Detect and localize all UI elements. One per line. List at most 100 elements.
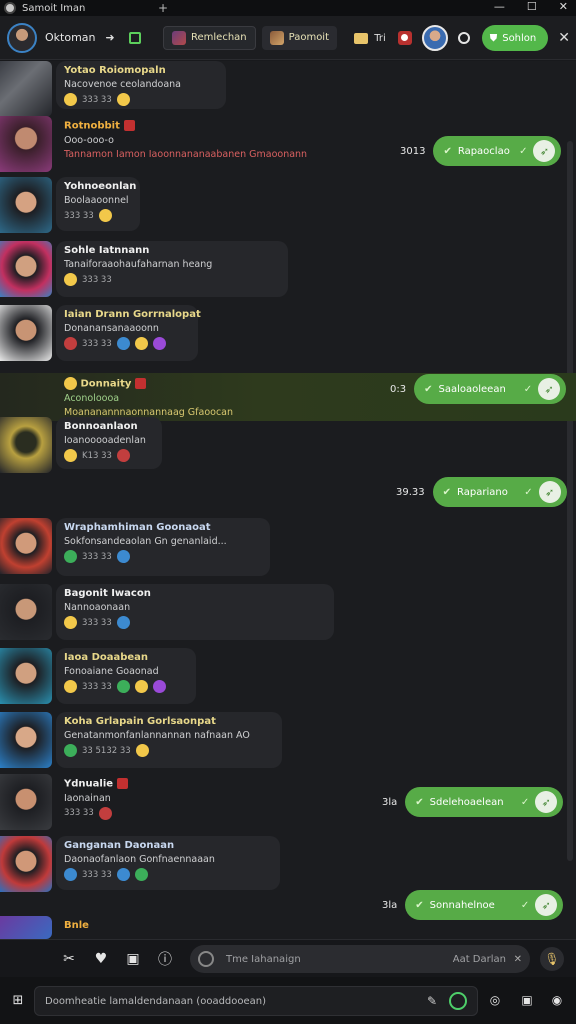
- send-icon[interactable]: ➶: [538, 378, 561, 400]
- primary-action-button[interactable]: ⛊ Sohlon: [481, 25, 549, 51]
- emoji-icon: [116, 93, 130, 106]
- sender-avatar[interactable]: [0, 916, 52, 939]
- folder-icon[interactable]: [354, 32, 369, 44]
- send-icon[interactable]: ➶: [535, 894, 558, 916]
- checkmark-icon: ✔: [415, 899, 424, 911]
- checkmark-icon: ✓: [524, 486, 533, 498]
- ring-icon[interactable]: [457, 32, 470, 44]
- record-icon[interactable]: [397, 31, 412, 45]
- message-bubble: Rotnobbit Ooo-ooo-o Tannamon Iamon Iaoon…: [56, 116, 326, 172]
- sender-avatar[interactable]: [0, 836, 52, 892]
- message-text: Sokfonsandeaolan Gn genanlaid...: [64, 536, 227, 547]
- outgoing-message[interactable]: 39.33 ✔ Rapariano ✓ ➶: [396, 477, 567, 507]
- sender-avatar[interactable]: [0, 241, 52, 297]
- compose-input[interactable]: Doomheatie lamaldendanaan (ooaddooean) ✎: [34, 986, 478, 1016]
- sender-avatar[interactable]: [0, 305, 52, 361]
- emoji-icon: [64, 377, 77, 390]
- window-title: Samoit Iman: [22, 2, 86, 14]
- message-meta: 333 33: [64, 337, 190, 350]
- sender-avatar[interactable]: [0, 712, 52, 768]
- windows-icon[interactable]: ⊞: [10, 993, 26, 1009]
- close-icon[interactable]: ✕: [558, 30, 570, 46]
- message-bubble: Donnaity Aconoloooa Moananannnaonnannaag…: [56, 373, 346, 419]
- sender-avatar[interactable]: [0, 116, 52, 172]
- checkmark-icon: ✔: [443, 145, 452, 157]
- grid-icon[interactable]: ◎: [486, 991, 504, 1009]
- send-icon[interactable]: ➶: [535, 791, 558, 813]
- status-text: Tri: [374, 32, 386, 44]
- outgoing-pill: ✔ Sonnahelnoe ✓ ➶: [405, 890, 564, 920]
- sender-avatar[interactable]: [0, 648, 52, 704]
- status-square-icon[interactable]: [129, 31, 141, 44]
- emoji-icon: [116, 550, 130, 563]
- message-input[interactable]: Tme Iahanaign Aat Darlan ✕: [190, 945, 530, 973]
- checkmark-icon: ✓: [520, 796, 530, 808]
- close-window-button[interactable]: ✕: [559, 0, 568, 13]
- message-time: 3la: [382, 899, 398, 911]
- emoji-icon: [152, 680, 166, 693]
- heart-icon[interactable]: ♥: [92, 950, 110, 968]
- emoji-icon: [98, 209, 112, 222]
- outgoing-pill: ✔ Rapariano ✓ ➶: [432, 477, 567, 507]
- sender-avatar[interactable]: [0, 177, 52, 233]
- outgoing-message[interactable]: 0:3 ✔ Saaloaoleean ✓ ➶: [390, 374, 567, 404]
- contact-avatar[interactable]: [421, 25, 448, 51]
- sender-avatar[interactable]: [0, 518, 52, 574]
- message-text: Ooo-ooo-o: [64, 134, 114, 146]
- primary-action-label: Sohlon: [502, 32, 537, 44]
- outgoing-label: Saaloaoleean: [438, 383, 506, 395]
- message-meta: 333 33: [64, 93, 218, 106]
- camera-icon[interactable]: ▣: [124, 950, 142, 968]
- message-bubble: Sohle Iatnnann Tanaiforaaohaufaharnan he…: [56, 241, 288, 297]
- sender-avatar[interactable]: [0, 417, 52, 473]
- checkmark-icon: ✔: [415, 796, 424, 808]
- sender-name: Koha Grlapain Gorlsaonpat: [64, 716, 216, 727]
- outgoing-message[interactable]: 3la ✔ Sdelehoaelean ✓ ➶: [382, 787, 564, 817]
- image-icon[interactable]: ▣: [518, 991, 536, 1009]
- user-name: Oktoman: [45, 31, 96, 44]
- tab-paomoit[interactable]: Paomoit: [261, 25, 338, 50]
- user-avatar[interactable]: [7, 22, 37, 53]
- minimize-button[interactable]: —: [494, 0, 505, 13]
- tools-icon[interactable]: ✂: [60, 950, 78, 968]
- badge-icon: [123, 120, 135, 131]
- app-icon: [4, 2, 16, 14]
- outgoing-message[interactable]: 3013 ✔ Rapaoclao ✓ ➶: [400, 136, 562, 166]
- camera-icon[interactable]: ◉: [548, 991, 566, 1009]
- pen-icon[interactable]: ✎: [427, 994, 437, 1008]
- emoji-icon: [64, 868, 77, 881]
- message-time: 3la: [382, 796, 398, 808]
- sender-name: Bonnoanlaon: [64, 421, 138, 432]
- status-icon[interactable]: [449, 992, 467, 1010]
- sender-name: Yohnoeonlan: [64, 181, 137, 192]
- microphone-icon[interactable]: 🎙: [540, 946, 564, 971]
- sender-avatar[interactable]: [0, 774, 52, 830]
- outgoing-pill: ✔ Saaloaoleean ✓ ➶: [414, 374, 567, 404]
- attach-icon[interactable]: [198, 951, 214, 967]
- message-meta: 333 33: [64, 680, 188, 693]
- sender-avatar[interactable]: [0, 61, 52, 117]
- compose-placeholder: Doomheatie lamaldendanaan (ooaddooean): [45, 995, 267, 1007]
- sender-name: Sohle Iatnnann: [64, 245, 150, 256]
- badge-icon: ⛊: [489, 32, 498, 44]
- window-controls: — ☐ ✕: [494, 0, 568, 13]
- message-time: 3013: [400, 145, 426, 157]
- clear-icon[interactable]: ✕: [514, 954, 522, 965]
- message-text: Nacovenoe ceolandoana: [64, 79, 181, 90]
- message-input-placeholder: Tme Iahanaign: [226, 953, 301, 965]
- emoji-icon: [116, 680, 130, 693]
- emoji-icon: [152, 337, 166, 350]
- sender-name: Iaoa Doaabean: [64, 652, 149, 663]
- send-icon[interactable]: ➶: [538, 481, 561, 503]
- outgoing-message[interactable]: 3la ✔ Sonnahelnoe ✓ ➶: [382, 890, 564, 920]
- maximize-button[interactable]: ☐: [527, 0, 537, 13]
- outgoing-label: Rapaoclao: [457, 145, 510, 157]
- info-icon[interactable]: ⓘ: [156, 950, 174, 968]
- header-actions: Tri ⛊ Sohlon ✕: [354, 16, 570, 60]
- new-tab-button[interactable]: +: [158, 1, 168, 15]
- cursor-icon[interactable]: ➜: [103, 31, 117, 45]
- scrollbar[interactable]: [567, 141, 573, 861]
- sender-avatar[interactable]: [0, 584, 52, 640]
- tab-remlechan[interactable]: Remlechan: [163, 25, 256, 50]
- send-icon[interactable]: ➶: [533, 140, 556, 162]
